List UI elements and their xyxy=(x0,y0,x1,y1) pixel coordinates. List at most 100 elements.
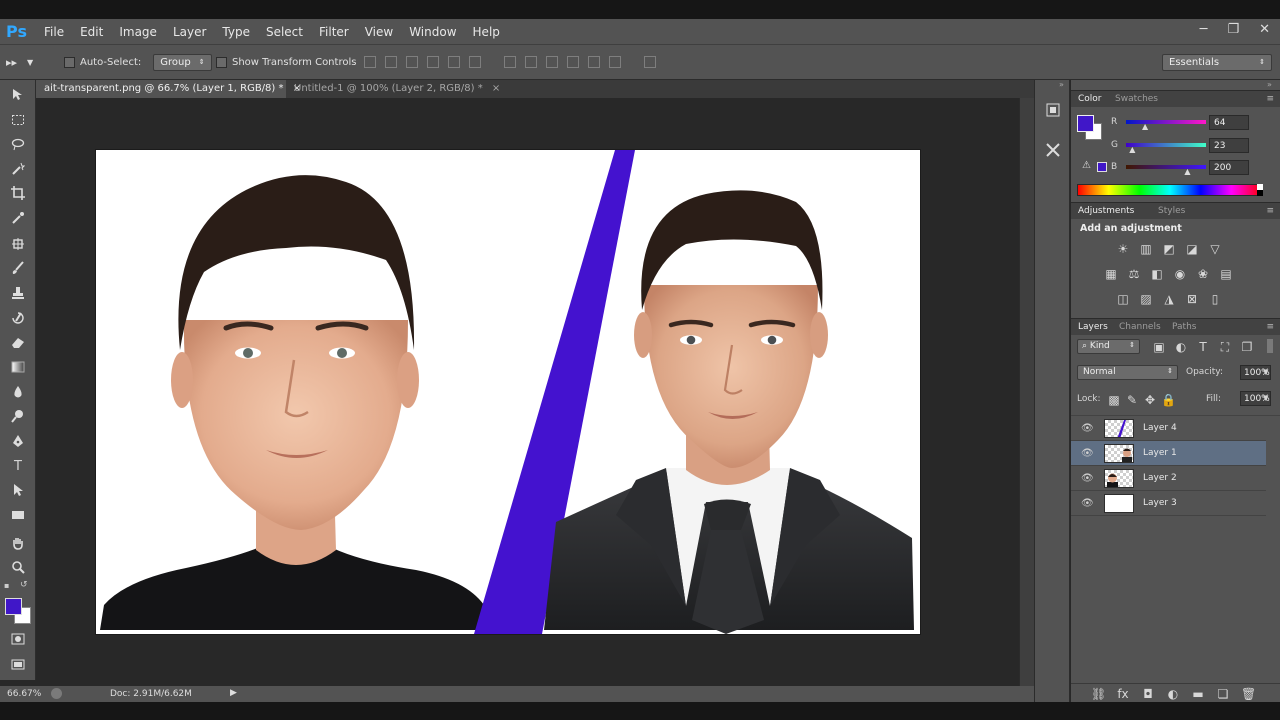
auto-select-checkbox[interactable] xyxy=(64,56,75,68)
restore-button[interactable]: ❐ xyxy=(1227,22,1239,37)
default-colors-icon[interactable]: ▪ xyxy=(4,581,9,590)
menu-image[interactable]: Image xyxy=(119,25,157,39)
minimize-button[interactable]: ─ xyxy=(1200,22,1208,37)
green-thumb[interactable]: ▲ xyxy=(1129,145,1135,154)
hand-tool-icon[interactable] xyxy=(9,534,27,552)
brightness-icon[interactable]: ☀ xyxy=(1116,242,1130,256)
add-mask-icon[interactable]: ◘ xyxy=(1141,687,1155,701)
posterize-icon[interactable]: ▨ xyxy=(1139,292,1153,306)
close-window-button[interactable]: ✕ xyxy=(1259,22,1270,37)
panel-menu-icon[interactable]: ≡ xyxy=(1266,322,1274,332)
link-layers-icon[interactable]: ⛓ xyxy=(1091,687,1106,701)
status-info-icon[interactable] xyxy=(51,688,62,699)
layer-row[interactable]: 👁 Layer 1 xyxy=(1071,441,1266,466)
color-balance-icon[interactable]: ⚖ xyxy=(1127,267,1141,281)
menu-file[interactable]: File xyxy=(44,25,64,39)
layer-style-icon[interactable]: fx xyxy=(1116,687,1130,701)
photo-filter-icon[interactable]: ◉ xyxy=(1173,267,1187,281)
red-value[interactable]: 64 xyxy=(1209,115,1249,130)
vibrance-icon[interactable]: ▽ xyxy=(1208,242,1222,256)
color-spectrum-bar[interactable] xyxy=(1077,184,1263,196)
workspace-dropdown[interactable]: Essentials ⇕ xyxy=(1162,53,1272,71)
lock-all-icon[interactable]: 🔒 xyxy=(1161,393,1176,407)
filter-smart-object-icon[interactable]: ❐ xyxy=(1240,340,1254,354)
close-icon[interactable]: × xyxy=(492,83,500,94)
filter-toggle[interactable] xyxy=(1267,339,1273,353)
distribute-right-icon[interactable] xyxy=(609,56,621,68)
levels-icon[interactable]: ▥ xyxy=(1139,242,1153,256)
vertical-scrollbar[interactable] xyxy=(1019,98,1034,686)
layer-row[interactable]: 👁 Layer 2 xyxy=(1071,466,1266,491)
chevron-down-icon[interactable]: ▼ xyxy=(1263,368,1268,376)
tab-swatches[interactable]: Swatches xyxy=(1115,94,1158,104)
blend-mode-dropdown[interactable]: Normal ⇕ xyxy=(1077,365,1178,380)
auto-align-icon[interactable] xyxy=(644,56,656,68)
history-brush-tool-icon[interactable] xyxy=(9,309,27,327)
filter-shape-icon[interactable]: ⛶ xyxy=(1218,340,1232,354)
exposure-icon[interactable]: ◪ xyxy=(1185,242,1199,256)
healing-brush-tool-icon[interactable] xyxy=(9,235,27,253)
menu-edit[interactable]: Edit xyxy=(80,25,103,39)
rectangle-tool-icon[interactable] xyxy=(9,506,27,524)
green-track[interactable] xyxy=(1126,143,1206,147)
align-left-icon[interactable] xyxy=(427,56,439,68)
foreground-color-swatch[interactable] xyxy=(5,598,22,615)
visibility-eye-icon[interactable]: 👁 xyxy=(1081,498,1094,509)
gradient-map-icon[interactable]: ▯ xyxy=(1208,292,1222,306)
color-panel-fg-swatch[interactable] xyxy=(1077,115,1094,132)
visibility-eye-icon[interactable]: 👁 xyxy=(1081,473,1094,484)
eraser-tool-icon[interactable] xyxy=(9,333,27,351)
path-selection-tool-icon[interactable] xyxy=(9,481,27,499)
new-group-icon[interactable]: ▬ xyxy=(1191,687,1205,701)
distribute-left-icon[interactable] xyxy=(567,56,579,68)
gamut-warning-icon[interactable]: ⚠ xyxy=(1082,160,1091,171)
blue-track[interactable] xyxy=(1126,165,1206,169)
auto-select-dropdown[interactable]: Group ⇕ xyxy=(153,53,212,71)
collapse-arrows-icon[interactable]: » xyxy=(1059,80,1064,89)
new-adjustment-icon[interactable]: ◐ xyxy=(1166,687,1180,701)
swap-colors-icon[interactable]: ↺ xyxy=(20,580,28,590)
zoom-level[interactable]: 66.67% xyxy=(7,689,41,699)
new-layer-icon[interactable]: ❏ xyxy=(1216,687,1230,701)
filter-type-icon[interactable]: T xyxy=(1196,340,1210,354)
curves-icon[interactable]: ◩ xyxy=(1162,242,1176,256)
align-right-icon[interactable] xyxy=(469,56,481,68)
selective-color-icon[interactable]: ⊠ xyxy=(1185,292,1199,306)
web-safe-swatch[interactable] xyxy=(1097,162,1107,172)
type-tool-icon[interactable]: T xyxy=(9,457,27,475)
tab-document-1[interactable]: ait-transparent.png @ 66.7% (Layer 1, RG… xyxy=(36,80,301,98)
lock-image-icon[interactable]: ✎ xyxy=(1125,393,1139,407)
tab-adjustments[interactable]: Adjustments xyxy=(1078,206,1134,216)
lock-transparent-icon[interactable]: ▩ xyxy=(1107,393,1121,407)
hue-saturation-icon[interactable]: ▦ xyxy=(1104,267,1118,281)
lasso-tool-icon[interactable] xyxy=(9,135,27,153)
tool-preset-picker[interactable]: ▸▸ ▼ xyxy=(6,45,33,79)
tab-color[interactable]: Color xyxy=(1078,94,1102,104)
red-track[interactable] xyxy=(1126,120,1206,124)
filter-kind-dropdown[interactable]: ⌕ Kind ⇕ xyxy=(1077,339,1140,354)
screen-mode-icon[interactable] xyxy=(9,655,27,673)
menu-layer[interactable]: Layer xyxy=(173,25,206,39)
tab-styles[interactable]: Styles xyxy=(1158,206,1185,216)
filter-pixel-icon[interactable]: ▣ xyxy=(1152,340,1166,354)
menu-filter[interactable]: Filter xyxy=(319,25,349,39)
channel-mixer-icon[interactable]: ❀ xyxy=(1196,267,1210,281)
blue-thumb[interactable]: ▲ xyxy=(1184,167,1190,176)
quick-mask-icon[interactable] xyxy=(9,630,27,648)
tab-document-2[interactable]: Untitled-1 @ 100% (Layer 2, RGB/8) * × xyxy=(286,80,500,98)
gradient-tool-icon[interactable] xyxy=(9,358,27,376)
magic-wand-tool-icon[interactable] xyxy=(9,160,27,178)
spectrum-black-white[interactable] xyxy=(1257,184,1263,196)
distribute-top-icon[interactable] xyxy=(504,56,516,68)
chevron-down-icon[interactable]: ▼ xyxy=(1263,394,1268,402)
blue-value[interactable]: 200 xyxy=(1209,160,1249,175)
align-vcenter-icon[interactable] xyxy=(385,56,397,68)
history-panel-icon[interactable] xyxy=(1045,102,1061,118)
align-top-icon[interactable] xyxy=(364,56,376,68)
layer-row[interactable]: 👁 Layer 3 xyxy=(1071,491,1266,516)
crop-tool-icon[interactable] xyxy=(9,184,27,202)
pen-tool-icon[interactable] xyxy=(9,432,27,450)
zoom-tool-icon[interactable] xyxy=(9,558,27,576)
red-thumb[interactable]: ▲ xyxy=(1142,122,1148,131)
dodge-tool-icon[interactable] xyxy=(9,407,27,425)
